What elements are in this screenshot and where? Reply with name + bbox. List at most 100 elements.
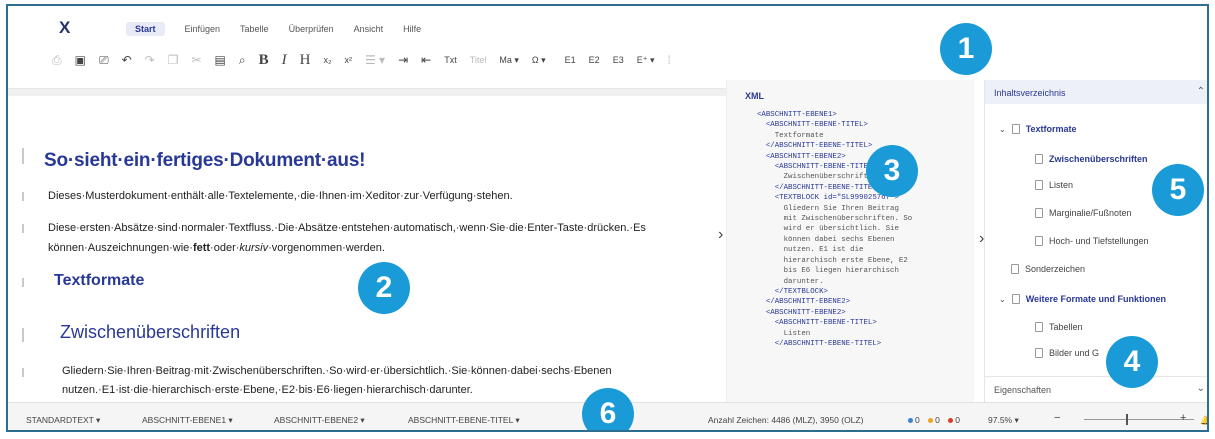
list-dropdown-icon[interactable]: ☰ ▾ <box>365 53 385 67</box>
superscript-button[interactable]: x² <box>344 55 352 65</box>
titel-button[interactable]: Titel <box>470 55 487 65</box>
subscript-button[interactable]: x₂ <box>323 55 331 65</box>
notification-bell-icon[interactable]: 🔔 <box>1200 415 1207 426</box>
xml-line[interactable]: <ABSCHNITT-EBENE1> <box>757 110 912 120</box>
paragraph-3-line-1[interactable]: Gliedern·Sie·Ihren·Beitrag·mit·Zwischenü… <box>62 361 612 381</box>
expand-caret-icon[interactable]: ⌄ <box>999 295 1006 304</box>
toc-item[interactable]: Tabellen <box>1035 322 1083 332</box>
properties-section[interactable]: Eigenschaften ⌄ <box>985 376 1207 402</box>
document-title[interactable]: So·sieht·ein·fertiges·Dokument·aus! <box>44 150 366 172</box>
toc-item[interactable]: Listen <box>1035 180 1073 190</box>
toc-item[interactable]: Hoch- und Tiefstellungen <box>1035 236 1149 246</box>
redo-icon[interactable]: ↷ <box>145 53 155 67</box>
tab-hilfe[interactable]: Hilfe <box>403 24 421 36</box>
xml-line[interactable]: </ABSCHNITT-EBENE-TITEL> <box>757 339 912 349</box>
tab-tabelle[interactable]: Tabelle <box>240 24 269 36</box>
zoom-out-button[interactable]: − <box>1054 412 1060 424</box>
document-editor[interactable]: So·sieht·ein·fertiges·Dokument·aus! Dies… <box>8 96 726 402</box>
paragraph-handle-icon[interactable] <box>22 192 30 201</box>
tab-ueberpruefen[interactable]: Überprüfen <box>289 24 334 36</box>
xml-line[interactable]: Textformate <box>757 131 912 141</box>
toc-item-label: Weitere Formate und Funktionen <box>1025 294 1167 304</box>
callout-4: 4 <box>1106 336 1158 388</box>
toc-item-label: Tabellen <box>1049 322 1083 332</box>
paste-icon[interactable]: ▤ <box>215 53 226 67</box>
xml-line[interactable]: <ABSCHNITT-EBENE-TITEL> <box>757 120 912 130</box>
e2-button[interactable]: E2 <box>589 55 600 65</box>
style-dropdown-abschnitt-ebene2[interactable]: ABSCHNITT-EBENE2 ▾ <box>274 415 365 426</box>
tab-start[interactable]: Start <box>126 22 165 36</box>
zoom-slider[interactable] <box>1084 419 1194 420</box>
warning-count: 0 <box>935 415 940 425</box>
tab-ansicht[interactable]: Ansicht <box>354 24 384 36</box>
tab-einfuegen[interactable]: Einfügen <box>185 24 221 36</box>
bold-button[interactable]: B <box>259 52 269 69</box>
subsection-heading[interactable]: Zwischenüberschriften <box>60 322 240 343</box>
expand-caret-icon[interactable]: ⌄ <box>999 125 1006 134</box>
xml-line[interactable]: nutzen. E1 ist die <box>757 245 912 255</box>
eplus-dropdown[interactable]: E⁺ ▾ <box>637 55 655 66</box>
paragraph-handle-icon[interactable] <box>22 224 30 233</box>
document-icon <box>1035 208 1043 218</box>
xml-line[interactable]: bis E6 liegen hierarchisch <box>757 266 912 276</box>
xml-line[interactable]: </TEXTBLOCK> <box>757 287 912 297</box>
xml-line[interactable]: hierarchisch erste Ebene, E2 <box>757 256 912 266</box>
more-icon[interactable]: ⁞ <box>667 53 670 67</box>
e1-button[interactable]: E1 <box>565 55 576 65</box>
italic-button[interactable]: I <box>282 52 287 69</box>
save-icon[interactable]: ▣ <box>75 53 86 67</box>
zoom-in-button[interactable]: + <box>1180 412 1186 424</box>
xml-line[interactable]: mit Zwischenüberschriften. So <box>757 214 913 224</box>
style-dropdown-abschnitt-ebene1[interactable]: ABSCHNITT-EBENE1 ▾ <box>142 415 233 426</box>
xml-line[interactable]: Gliedern Sie Ihren Beitrag <box>757 204 912 214</box>
toc-item[interactable]: Bilder und G <box>1035 348 1099 358</box>
copy-icon[interactable]: ❐ <box>168 53 179 67</box>
section-heading[interactable]: Textformate <box>54 272 144 290</box>
heading-button[interactable]: H <box>300 52 311 69</box>
toc-item[interactable]: Marginalie/Fußnoten <box>1035 208 1132 218</box>
paragraph-3-line-2[interactable]: nutzen.·E1·ist·die·hierarchisch·erste·Eb… <box>62 380 473 400</box>
xml-line[interactable]: Listen <box>757 329 912 339</box>
paragraph-handle-icon[interactable] <box>22 148 30 164</box>
print-icon[interactable]: ⎚ <box>99 53 109 68</box>
indent-icon[interactable]: ⇥ <box>398 53 408 67</box>
xml-line[interactable]: können dabei sechs Ebenen <box>757 235 912 245</box>
export-icon[interactable]: ⎙ <box>52 53 62 68</box>
toc-item[interactable]: ⌄ Weitere Formate und Funktionen <box>999 294 1166 304</box>
issue-counts[interactable]: 0 0 0 <box>908 415 960 425</box>
expand-chevron-icon[interactable]: ⌄ <box>1197 383 1205 394</box>
xml-line[interactable]: wird er übersichtlich. Sie <box>757 224 912 234</box>
toc-item[interactable]: ⌄ Textformate <box>999 124 1077 134</box>
toc-item[interactable]: Sonderzeichen <box>1011 264 1085 274</box>
xml-line[interactable]: <ABSCHNITT-EBENE2> <box>757 308 912 318</box>
zoom-slider-handle[interactable] <box>1126 414 1128 425</box>
ma-dropdown[interactable]: Ma ▾ <box>499 55 519 66</box>
e3-button[interactable]: E3 <box>613 55 624 65</box>
txt-button[interactable]: Txt <box>444 55 457 65</box>
toggle-xml-chevron-icon[interactable]: › <box>718 226 723 244</box>
special-char-dropdown-icon[interactable]: Ω ▾ <box>532 55 546 66</box>
paragraph-2-line-1[interactable]: Diese·ersten·Absätze·sind·normaler·Textf… <box>48 218 646 238</box>
undo-icon[interactable]: ↶ <box>122 53 132 67</box>
paragraph-handle-icon[interactable] <box>22 328 30 342</box>
collapse-chevron-icon[interactable]: ⌃ <box>1197 86 1205 97</box>
paragraph-handle-icon[interactable] <box>22 368 30 377</box>
toc-item-label: Textformate <box>1025 124 1077 134</box>
error-dot-icon <box>948 418 954 424</box>
italic-text: kursiv <box>239 242 269 254</box>
paragraph-1[interactable]: Dieses·Musterdokument·enthält·alle·Texte… <box>48 186 513 206</box>
xml-line[interactable]: <ABSCHNITT-EBENE-TITEL> <box>757 318 912 328</box>
menu-bar: X Start Einfügen Tabelle Überprüfen Ansi… <box>8 6 1207 40</box>
outdent-icon[interactable]: ⇤ <box>421 53 431 67</box>
xml-line[interactable]: </ABSCHNITT-EBENE2> <box>757 297 912 307</box>
xml-line[interactable]: darunter. <box>757 277 912 287</box>
search-icon[interactable]: ⌕ <box>239 53 246 68</box>
cut-icon[interactable]: ✂ <box>191 53 201 67</box>
style-dropdown-standardtext[interactable]: STANDARDTEXT ▾ <box>26 415 100 426</box>
zoom-dropdown[interactable]: 97.5% ▾ <box>988 415 1019 426</box>
paragraph-handle-icon[interactable] <box>22 278 30 287</box>
paragraph-2-line-2[interactable]: können·Auszeichnungen·wie·fett·oder·kurs… <box>48 238 385 258</box>
toc-header[interactable]: Inhaltsverzeichnis ⌃ <box>985 80 1207 104</box>
style-dropdown-abschnitt-ebene-titel[interactable]: ABSCHNITT-EBENE-TITEL ▾ <box>408 415 520 426</box>
toc-item[interactable]: Zwischenüberschriften <box>1035 154 1148 164</box>
